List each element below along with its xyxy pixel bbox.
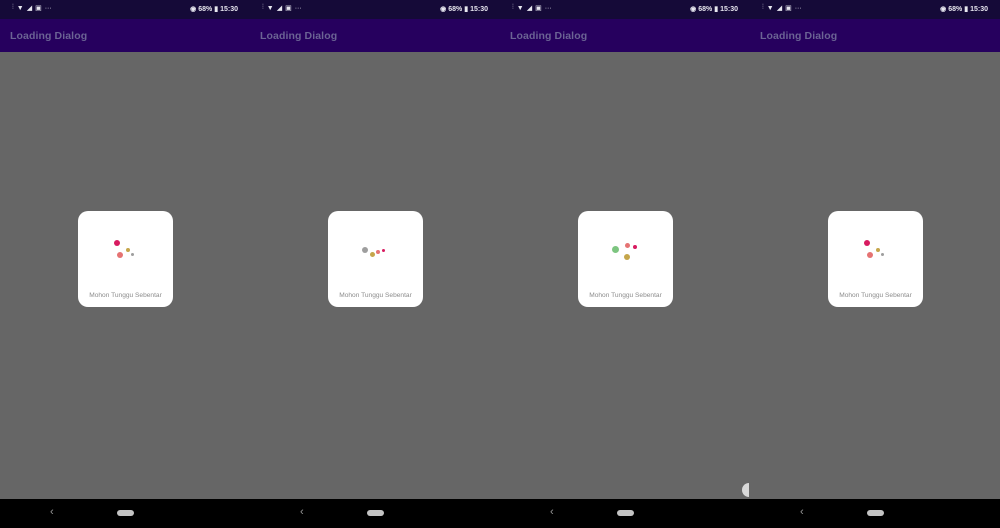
battery-percent: 68% (698, 5, 713, 13)
loader-dot (876, 248, 880, 252)
loader-dot (362, 247, 368, 253)
battery-icon: ▮ (714, 6, 719, 13)
loading-dialog: Mohon Tunggu Sebentar (578, 211, 673, 307)
back-icon[interactable]: ‹ (800, 506, 804, 518)
app-bar: Loading Dialog (250, 19, 500, 52)
loader-dot (612, 246, 619, 253)
back-icon[interactable]: ‹ (50, 506, 54, 518)
dialog-message: Mohon Tunggu Sebentar (839, 292, 912, 299)
vibrate-icon: ⫶ (512, 4, 514, 11)
eye-icon: ◉ (940, 6, 947, 13)
loader-dot (117, 252, 123, 258)
wifi-icon: ▼ (766, 4, 774, 12)
dialog-message: Mohon Tunggu Sebentar (589, 292, 662, 299)
wifi-icon: ▼ (516, 4, 524, 12)
loader-dot (625, 243, 630, 248)
loader-dot (382, 249, 385, 252)
status-bar: ⫶ ▼ ◢ ▣ ··· ◉ 68% ▮ 15:30 (250, 0, 500, 19)
app-bar: Loading Dialog (0, 19, 250, 52)
status-time: 15:30 (720, 5, 738, 13)
more-icon: ··· (44, 4, 52, 12)
wifi-icon: ▼ (266, 4, 274, 12)
more-icon: ··· (544, 4, 552, 12)
eye-icon: ◉ (190, 6, 197, 13)
loader-dot (376, 250, 380, 254)
loader-dot (370, 252, 375, 257)
loader-dot (131, 253, 134, 256)
more-icon: ··· (794, 4, 802, 12)
loader-dot (864, 240, 870, 246)
back-icon[interactable]: ‹ (550, 506, 554, 518)
loader-dot (624, 254, 630, 260)
vibrate-icon: ⫶ (262, 4, 264, 11)
battery-icon: ▮ (214, 6, 219, 13)
battery-icon: ▮ (464, 6, 469, 13)
gallery-icon: ▣ (535, 5, 542, 12)
loader-dot (881, 253, 884, 256)
gallery-icon: ▣ (785, 5, 792, 12)
home-pill-icon[interactable] (617, 510, 634, 516)
screen-frame-3: ⫶ ▼ ◢ ▣ ··· ◉ 68% ▮ 15:30 Loading Dialog… (500, 0, 750, 528)
vibrate-icon: ⫶ (762, 4, 764, 11)
dialog-message: Mohon Tunggu Sebentar (89, 292, 162, 299)
app-title: Loading Dialog (760, 30, 838, 42)
signal-icon: ◢ (26, 5, 33, 12)
status-bar: ⫶ ▼ ◢ ▣ ··· ◉ 68% ▮ 15:30 (750, 0, 1000, 19)
battery-percent: 68% (948, 5, 963, 13)
loading-dialog: Mohon Tunggu Sebentar (828, 211, 923, 307)
battery-icon: ▮ (964, 6, 969, 13)
loading-dialog: Mohon Tunggu Sebentar (78, 211, 173, 307)
navigation-bar: ‹ (250, 499, 500, 528)
app-title: Loading Dialog (260, 30, 338, 42)
eye-icon: ◉ (440, 6, 447, 13)
vibrate-icon: ⫶ (12, 4, 14, 11)
loader-dot (114, 240, 120, 246)
navigation-bar: ‹ (500, 499, 750, 528)
gallery-icon: ▣ (285, 5, 292, 12)
loader-dot (126, 248, 130, 252)
signal-icon: ◢ (276, 5, 283, 12)
home-pill-icon[interactable] (117, 510, 134, 516)
app-title: Loading Dialog (510, 30, 588, 42)
screen-frame-1: ⫶ ▼ ◢ ▣ ··· ◉ 68% ▮ 15:30 Loading Dialog… (0, 0, 250, 528)
status-bar: ⫶ ▼ ◢ ▣ ··· ◉ 68% ▮ 15:30 (500, 0, 750, 19)
status-bar: ⫶ ▼ ◢ ▣ ··· ◉ 68% ▮ 15:30 (0, 0, 250, 19)
app-title: Loading Dialog (10, 30, 88, 42)
status-time: 15:30 (970, 5, 988, 13)
battery-percent: 68% (198, 5, 213, 13)
dialog-message: Mohon Tunggu Sebentar (339, 292, 412, 299)
navigation-bar: ‹ (0, 499, 250, 528)
app-bar: Loading Dialog (750, 19, 1000, 52)
screen-frame-4: ⫶ ▼ ◢ ▣ ··· ◉ 68% ▮ 15:30 Loading Dialog… (750, 0, 1000, 528)
screen-frame-2: ⫶ ▼ ◢ ▣ ··· ◉ 68% ▮ 15:30 Loading Dialog… (250, 0, 500, 528)
wifi-icon: ▼ (16, 4, 24, 12)
eye-icon: ◉ (690, 6, 697, 13)
app-bar: Loading Dialog (500, 19, 750, 52)
signal-icon: ◢ (526, 5, 533, 12)
home-pill-icon[interactable] (367, 510, 384, 516)
status-time: 15:30 (470, 5, 488, 13)
loader-dot (867, 252, 873, 258)
status-time: 15:30 (220, 5, 238, 13)
navigation-bar: ‹ (750, 499, 1000, 528)
signal-icon: ◢ (776, 5, 783, 12)
back-icon[interactable]: ‹ (300, 506, 304, 518)
gallery-icon: ▣ (35, 5, 42, 12)
more-icon: ··· (294, 4, 302, 12)
loading-dialog: Mohon Tunggu Sebentar (328, 211, 423, 307)
battery-percent: 68% (448, 5, 463, 13)
home-pill-icon[interactable] (867, 510, 884, 516)
loader-dot (633, 245, 637, 249)
